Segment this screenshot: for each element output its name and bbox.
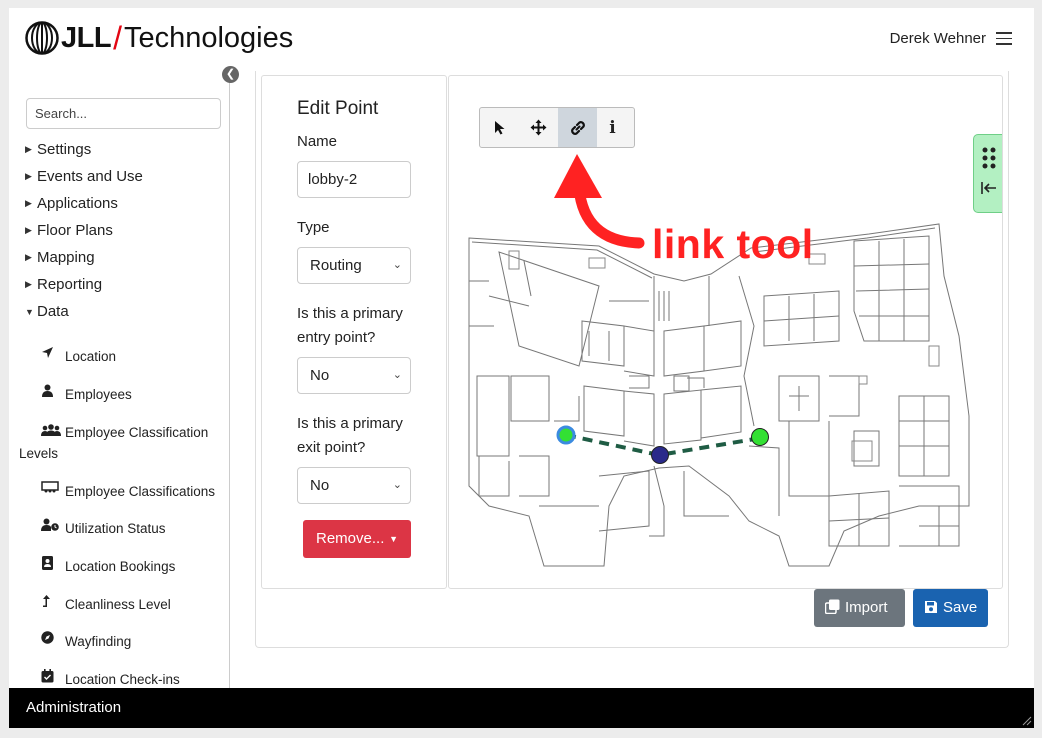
link-icon	[570, 120, 585, 135]
resize-handle-icon[interactable]	[1020, 714, 1032, 726]
route-node-selected[interactable]	[556, 425, 576, 445]
chevron-down-icon: ⌄	[392, 259, 402, 271]
sidebar-subitem-cleanliness-level[interactable]: Cleanliness Level	[41, 594, 221, 615]
chevron-down-icon: ⌄	[392, 479, 402, 491]
remove-dropdown-button[interactable]: Remove... ▼	[303, 520, 411, 558]
sidebar-item-applications[interactable]: ▶ Applications	[25, 190, 225, 217]
location-arrow-icon	[41, 346, 65, 362]
logo-slash: /	[113, 19, 122, 56]
sidebar-nav: ▶ Settings ▶ Events and Use ▶ Applications …	[25, 136, 225, 325]
entry-point-label-line2: entry point?	[297, 329, 376, 346]
name-label: Name	[297, 133, 338, 150]
map-toolbar: i	[479, 107, 635, 148]
sidebar-subitem-location-check-ins[interactable]: Location Check-ins	[41, 669, 221, 690]
caret-right-icon: ▶	[25, 144, 32, 154]
map-side-panel-tab[interactable]	[973, 134, 1002, 213]
exit-point-label-line1: Is this a primary	[297, 415, 403, 432]
users-icon	[41, 424, 65, 440]
sidebar-item-mapping[interactable]: ▶ Mapping	[25, 244, 225, 271]
caret-right-icon: ▶	[25, 279, 32, 289]
caret-right-icon: ▶	[25, 225, 32, 235]
caret-right-icon: ▶	[25, 252, 32, 262]
move-arrows-icon	[530, 119, 547, 136]
user-name[interactable]: Derek Wehner	[890, 30, 986, 47]
route-node-midpoint[interactable]	[651, 446, 669, 464]
sidebar-subitem-employee-classification-levels[interactable]: Employee Classification Levels	[19, 422, 224, 464]
save-button[interactable]: Save	[913, 589, 988, 627]
calendar-check-icon	[41, 669, 65, 686]
hamburger-menu-icon[interactable]	[996, 32, 1012, 45]
sidebar-item-floor-plans[interactable]: ▶ Floor Plans	[25, 217, 225, 244]
grip-dots-icon	[982, 147, 996, 169]
sidebar-item-reporting[interactable]: ▶ Reporting	[25, 271, 225, 298]
expand-left-icon	[981, 182, 996, 194]
sidebar-subitem-wayfinding[interactable]: Wayfinding	[41, 631, 221, 652]
sidebar-subitem-utilization-status[interactable]: Utilization Status	[41, 518, 221, 539]
sidebar-item-data[interactable]: ▼ Data	[25, 298, 225, 325]
exit-point-label-line2: exit point?	[297, 439, 366, 456]
exit-point-select[interactable]: No ⌄	[297, 467, 411, 504]
floor-plan-map[interactable]	[449, 76, 1003, 589]
sidebar: ▶Settings ▶Events and Use ▶Applications …	[9, 70, 230, 688]
caret-right-icon: ▶	[25, 198, 32, 208]
map-panel: i link tool	[448, 75, 1003, 589]
sidebar-collapse-button[interactable]: ❮	[222, 66, 239, 83]
sidebar-search-input[interactable]	[26, 98, 221, 129]
sidebar-item-settings[interactable]: ▶ Settings	[25, 136, 225, 163]
jll-logo[interactable]: JLL / Technologies	[25, 20, 293, 56]
cursor-icon	[494, 121, 504, 135]
info-tool-button[interactable]: i	[597, 108, 628, 147]
info-icon: i	[609, 117, 616, 138]
link-tool-annotation: link tool	[652, 221, 814, 267]
caret-down-icon: ▼	[25, 306, 34, 317]
entry-point-select[interactable]: No ⌄	[297, 357, 411, 394]
caret-right-icon: ▶	[25, 171, 32, 181]
user-clock-icon	[41, 518, 65, 534]
entry-point-label-line1: Is this a primary	[297, 305, 403, 322]
header: JLL / Technologies Derek Wehner	[9, 8, 1034, 70]
administration-footer[interactable]: Administration	[9, 688, 1034, 728]
compass-icon	[41, 631, 65, 647]
type-label: Type	[297, 219, 330, 236]
user-icon	[41, 384, 65, 400]
address-book-icon	[41, 556, 65, 573]
edit-point-panel: Edit Point Name Type Routing⌄ Is this a …	[261, 75, 447, 589]
import-button[interactable]: Import	[814, 589, 905, 627]
type-select[interactable]: Routing ⌄	[297, 247, 411, 284]
app-window: JLL / Technologies Derek Wehner ▶Setting…	[9, 8, 1034, 728]
sidebar-subitem-location-bookings[interactable]: Location Bookings	[41, 556, 221, 577]
level-up-icon	[41, 594, 65, 611]
sidebar-subitem-employee-classifications[interactable]: Employee Classifications	[41, 481, 221, 502]
select-tool-button[interactable]	[480, 108, 519, 147]
clone-icon	[825, 599, 840, 614]
sidebar-subitem-employees[interactable]: Employees	[41, 384, 221, 405]
annotation-arrowhead	[554, 154, 602, 198]
link-tool-button[interactable]	[558, 108, 597, 147]
route-node-endpoint[interactable]	[751, 428, 769, 446]
name-input[interactable]	[297, 161, 411, 198]
caret-down-icon: ▼	[389, 534, 398, 544]
logo-product: Technologies	[123, 21, 294, 54]
jll-globe-icon	[25, 21, 59, 55]
chalkboard-users-icon	[41, 481, 65, 497]
edit-point-title: Edit Point	[297, 98, 379, 119]
sidebar-subitem-location[interactable]: Location	[41, 346, 221, 367]
logo-brand: JLL	[61, 21, 112, 54]
floppy-disk-icon	[925, 601, 937, 613]
sidebar-item-events-and-use[interactable]: ▶ Events and Use	[25, 163, 225, 190]
chevron-down-icon: ⌄	[392, 369, 402, 381]
move-tool-button[interactable]	[519, 108, 558, 147]
